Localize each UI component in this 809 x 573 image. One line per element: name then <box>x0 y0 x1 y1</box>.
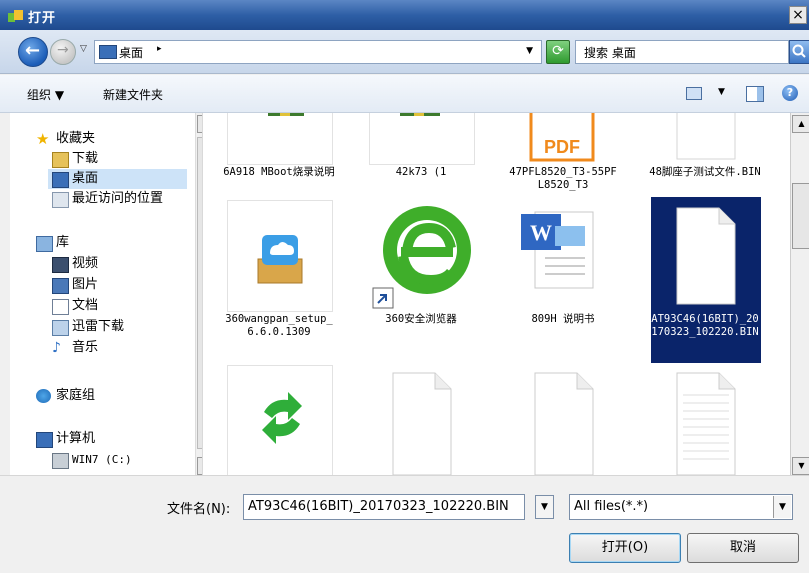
nav-homegroup[interactable]: 家庭组 <box>36 386 186 406</box>
window-title: 打开 <box>28 11 57 26</box>
file-item-selected[interactable]: AT93C46(16BIT)_20170323_102220.BIN <box>649 200 761 360</box>
nav-favorites[interactable]: ★ 收藏夹 <box>36 129 186 149</box>
app-icon <box>8 10 23 22</box>
chevron-down-icon[interactable]: ▼ <box>773 496 791 518</box>
browser-360-icon <box>372 206 471 309</box>
scroll-up-icon[interactable]: ▲ <box>792 115 809 133</box>
scroll-down-icon[interactable]: ▼ <box>792 457 809 475</box>
nav-libraries[interactable]: 库 <box>36 233 186 253</box>
view-icon[interactable] <box>686 87 702 100</box>
library-icon <box>36 236 53 252</box>
nav-computer[interactable]: 计算机 <box>36 429 186 449</box>
file-item[interactable]: 42k73 (1 <box>365 113 477 213</box>
file-item[interactable] <box>365 365 477 475</box>
address-row: ← → ▽ 桌面 ▸ ▼ ⟳ 搜索 桌面 <box>0 30 809 74</box>
refresh-icon: ⟳ <box>552 43 564 59</box>
pdf-icon: PDF <box>529 113 595 162</box>
refresh-button[interactable]: ⟳ <box>546 40 570 64</box>
text-file-icon <box>676 372 736 475</box>
help-icon[interactable]: ? <box>782 85 798 101</box>
nav-thunder-downloads[interactable]: 迅雷下载 <box>52 317 187 337</box>
file-item[interactable]: PDF 47PFL8520_T3-55PFL8520_T3 <box>507 113 619 213</box>
file-item[interactable]: W 809H 说明书 <box>507 200 619 360</box>
search-button[interactable] <box>789 40 809 64</box>
word-icon: W <box>521 211 594 289</box>
file-item[interactable] <box>507 365 619 475</box>
nav-recent[interactable]: 最近访问的位置 <box>52 189 187 209</box>
filename-dropdown-icon[interactable]: ▼ <box>535 495 554 519</box>
svg-text:PDF: PDF <box>544 137 580 157</box>
view-dropdown-icon[interactable]: ▼ <box>718 87 725 97</box>
address-dropdown-icon[interactable]: ▼ <box>526 46 533 56</box>
file-icon <box>534 372 594 475</box>
thunder-download-icon <box>52 320 69 336</box>
title-bar: 打开 × <box>0 0 809 30</box>
drive-icon <box>52 453 69 469</box>
back-arrow-icon: ← <box>25 40 41 61</box>
new-folder-button[interactable]: 新建文件夹 <box>103 86 163 103</box>
file-item[interactable] <box>223 365 335 475</box>
breadcrumb-chevron-icon[interactable]: ▸ <box>157 44 162 54</box>
file-icon <box>676 113 736 160</box>
search-icon <box>792 44 806 58</box>
recent-places-icon <box>52 192 69 208</box>
file-item[interactable] <box>649 365 761 475</box>
svg-text:W: W <box>530 220 552 245</box>
forward-button[interactable]: → <box>50 39 76 65</box>
file-item[interactable]: 360安全浏览器 <box>365 200 477 360</box>
downloads-folder-icon <box>52 152 69 168</box>
back-button[interactable]: ← <box>18 37 48 67</box>
nav-drive-c[interactable]: WIN7 (C:) <box>52 450 187 470</box>
breadcrumb-desktop[interactable]: 桌面 <box>119 44 143 61</box>
filename-value: AT93C46(16BIT)_20170323_102220.BIN <box>248 499 509 514</box>
nav-pictures[interactable]: 图片 <box>52 275 187 295</box>
nav-videos[interactable]: 视频 <box>52 254 187 274</box>
documents-icon <box>52 299 69 315</box>
navigation-pane: ★ 收藏夹 下载 桌面 最近访问的位置 库 视频 图片 文档 迅雷下载 ♪ 音乐… <box>10 113 203 475</box>
cancel-button[interactable]: 取消 <box>687 533 799 563</box>
search-input[interactable]: 搜索 桌面 <box>575 40 789 64</box>
preview-pane-icon[interactable] <box>746 86 764 102</box>
close-icon: × <box>792 7 804 23</box>
file-list: 6A918 MBoot烧录说明 42k73 (1 PDF 47PFL8520_T… <box>203 113 790 475</box>
open-button[interactable]: 打开(O) <box>569 533 681 563</box>
homegroup-icon <box>36 389 51 403</box>
file-type-value: All files(*.*) <box>574 499 649 514</box>
nav-desktop[interactable]: 桌面 <box>48 169 187 189</box>
forward-arrow-icon: → <box>57 42 69 58</box>
music-icon: ♪ <box>52 340 61 356</box>
address-bar[interactable]: 桌面 ▸ ▼ <box>94 40 542 64</box>
file-list-scrollbar[interactable]: ▲ ▼ <box>790 113 809 475</box>
rar-icon <box>400 113 440 116</box>
desktop-icon <box>52 172 69 188</box>
filename-label: 文件名(N): <box>167 502 231 517</box>
file-scroll-thumb[interactable] <box>792 183 809 249</box>
organize-menu[interactable]: 组织 ▼ <box>27 86 64 103</box>
nav-music[interactable]: ♪ 音乐 <box>52 338 187 358</box>
desktop-icon <box>99 45 117 59</box>
nav-scrollbar[interactable]: ▲ ▼ <box>195 113 202 475</box>
file-icon <box>676 207 736 305</box>
cloud-installer-icon <box>257 235 303 284</box>
nav-documents[interactable]: 文档 <box>52 296 187 316</box>
history-dropdown-icon[interactable]: ▽ <box>80 44 87 54</box>
search-placeholder: 搜索 桌面 <box>584 46 636 60</box>
file-item[interactable]: 360wangpan_setup_6.6.0.1309 <box>223 200 335 360</box>
refresh-green-icon <box>262 392 302 444</box>
bottom-panel: 文件名(N): AT93C46(16BIT)_20170323_102220.B… <box>0 475 809 573</box>
close-button[interactable]: × <box>789 6 807 24</box>
toolbar: 组织 ▼ 新建文件夹 ▼ ? <box>0 75 809 113</box>
file-type-select[interactable]: All files(*.*) ▼ <box>569 494 793 520</box>
video-icon <box>52 257 69 273</box>
pictures-icon <box>52 278 69 294</box>
star-icon: ★ <box>36 130 50 148</box>
filename-input[interactable]: AT93C46(16BIT)_20170323_102220.BIN <box>243 494 525 520</box>
nav-downloads[interactable]: 下载 <box>52 149 187 169</box>
file-item[interactable]: 6A918 MBoot烧录说明 <box>223 113 335 213</box>
rar-icon <box>268 113 304 116</box>
computer-icon <box>36 432 53 448</box>
file-icon <box>392 372 452 475</box>
